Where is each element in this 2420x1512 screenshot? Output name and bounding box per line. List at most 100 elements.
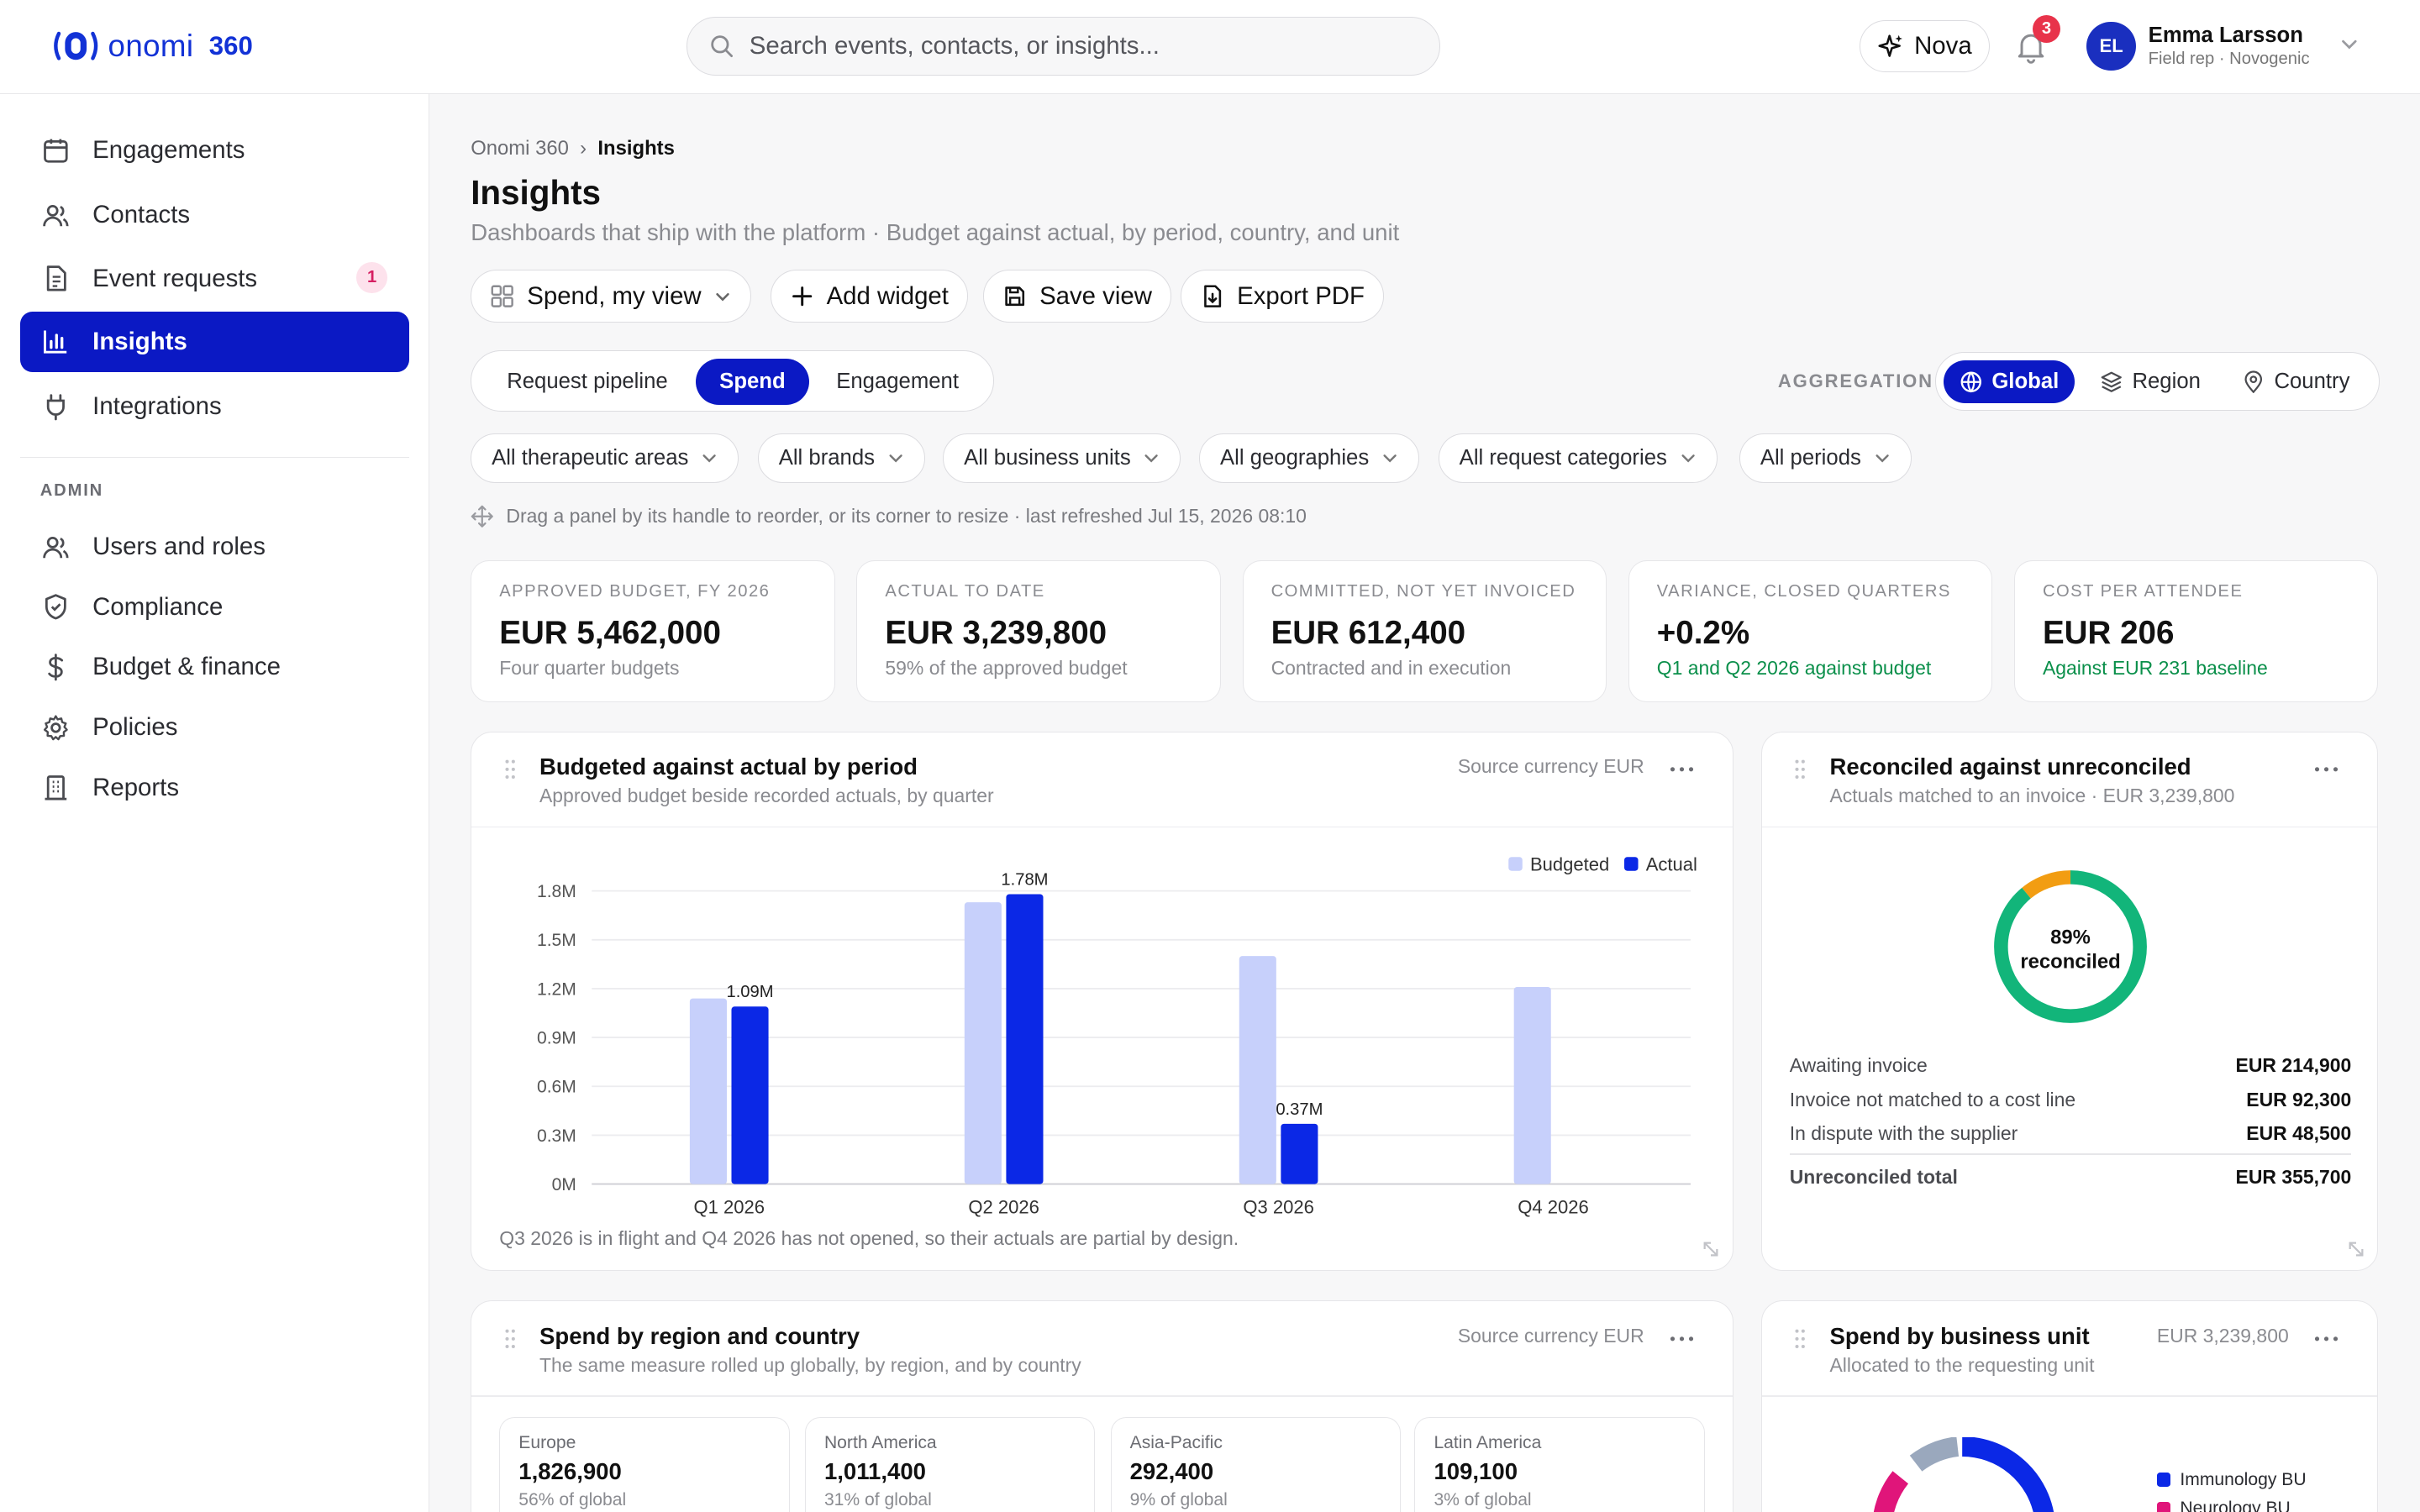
filter-business-units[interactable]: All business units — [943, 433, 1181, 483]
filter-label: All geographies — [1219, 445, 1370, 470]
region-share: 56% of global — [518, 1490, 627, 1510]
region-card-europe[interactable]: Europe 1,826,900 56% of global — [499, 1417, 790, 1512]
resize-icon[interactable] — [1702, 1240, 1720, 1258]
recon-row-label: Invoice not matched to a cost line — [1789, 1088, 2076, 1110]
kpi-actual-to-date: ACTUAL TO DATE EUR 3,239,800 59% of the … — [856, 559, 1221, 702]
drag-handle-icon[interactable] — [502, 1328, 518, 1350]
more-icon[interactable] — [2312, 759, 2340, 780]
grid-icon — [491, 285, 514, 307]
panel-divider — [471, 1395, 1733, 1398]
filter-request-categories[interactable]: All request categories — [1438, 433, 1718, 483]
donut-slice-neurology — [1874, 1471, 1909, 1512]
export-pdf-button[interactable]: Export PDF — [1181, 270, 1384, 323]
dashboard-tabs: Request pipeline Spend Engagement — [471, 349, 994, 412]
more-icon[interactable] — [1668, 759, 1696, 780]
drag-handle-icon[interactable] — [1792, 1328, 1807, 1350]
sidebar-item-label: Engagements — [92, 136, 245, 165]
search-input[interactable] — [749, 32, 1398, 61]
logo[interactable]: onomi 360 — [50, 24, 253, 67]
tab-request-pipeline[interactable]: Request pipeline — [484, 359, 691, 405]
panel-meta: Source currency EUR — [1457, 755, 1644, 778]
page-title: Insights — [471, 172, 602, 212]
donut-slice-other — [1910, 1436, 1960, 1472]
add-widget-button[interactable]: Add widget — [770, 270, 968, 323]
chart-footnote: Q3 2026 is in flight and Q4 2026 has not… — [499, 1227, 1239, 1250]
layers-icon — [2101, 371, 2122, 392]
more-icon[interactable] — [1668, 1328, 1696, 1350]
sidebar-item-contacts[interactable]: Contacts — [20, 185, 409, 245]
sidebar-item-insights[interactable]: Insights — [19, 312, 409, 372]
save-view-button[interactable]: Save view — [982, 270, 1171, 323]
panel-divider — [471, 826, 1733, 828]
logo-mark-icon — [53, 32, 98, 60]
drag-handle-icon[interactable] — [1792, 759, 1807, 780]
region-value: 1,826,900 — [518, 1457, 622, 1484]
sidebar-item-label: Insights — [92, 327, 187, 355]
filter-therapeutic-areas[interactable]: All therapeutic areas — [471, 433, 739, 483]
view-selector-button[interactable]: Spend, my view — [471, 270, 752, 323]
sidebar-item-event-requests[interactable]: Event requests 1 — [20, 249, 409, 309]
kpi-label: ACTUAL TO DATE — [885, 582, 1045, 601]
aggregation-region[interactable]: Region — [2085, 360, 2217, 403]
sidebar-item-engagements[interactable]: Engagements — [20, 120, 409, 181]
panel-subtitle: The same measure rolled up globally, by … — [539, 1353, 1081, 1376]
sidebar-item-label: Users and roles — [92, 533, 266, 561]
brand-name: onomi — [108, 29, 194, 64]
aggregation-country[interactable]: Country — [2227, 360, 2365, 403]
admin-heading: ADMIN — [39, 481, 104, 501]
avatar[interactable]: EL — [2086, 21, 2136, 71]
region-card-asia-pacific[interactable]: Asia-Pacific 292,400 9% of global — [1110, 1417, 1401, 1512]
sidebar-item-reports[interactable]: Reports — [20, 758, 409, 818]
users-icon — [42, 536, 69, 559]
kpi-cost-per-attendee: COST PER ATTENDEE EUR 206 Against EUR 23… — [2013, 559, 2379, 702]
donut-center-pct: 89% — [2050, 926, 2091, 948]
region-card-latin-america[interactable]: Latin America 109,100 3% of global — [1414, 1417, 1705, 1512]
chevron-down-icon — [1876, 454, 1889, 463]
sidebar-item-policies[interactable]: Policies — [20, 697, 409, 758]
panel-subtitle: Allocated to the requesting unit — [1829, 1353, 2095, 1376]
filter-geographies[interactable]: All geographies — [1199, 433, 1419, 483]
file-download-icon — [1204, 285, 1222, 307]
shield-icon — [45, 594, 66, 620]
more-icon[interactable] — [2312, 1328, 2340, 1350]
drag-hint-text: Drag a panel by its handle to reorder, o… — [506, 504, 1307, 527]
chevron-down-icon[interactable] — [2338, 34, 2360, 55]
tab-engagement[interactable]: Engagement — [814, 359, 981, 405]
sidebar-item-integrations[interactable]: Integrations — [20, 376, 409, 437]
aggregation-global[interactable]: Global — [1944, 360, 2075, 404]
y-tick-label: 1.2M — [537, 979, 576, 999]
sidebar-item-users-and-roles[interactable]: Users and roles — [20, 517, 409, 577]
sidebar-item-budget-finance[interactable]: Budget & finance — [20, 638, 409, 698]
reconciled-panel: Reconciled against unreconciled Actuals … — [1760, 731, 2379, 1272]
kpi-label: COMMITTED, NOT YET INVOICED — [1270, 582, 1576, 601]
kpi-label: VARIANCE, CLOSED QUARTERS — [1656, 582, 1951, 601]
nova-assistant-button[interactable]: Nova — [1860, 19, 1990, 73]
filter-label: All brands — [778, 445, 875, 470]
user-name[interactable]: Emma Larsson — [2149, 24, 2303, 48]
sidebar-item-label: Policies — [92, 712, 178, 741]
y-tick-label: 0.3M — [537, 1126, 576, 1146]
breadcrumb-root[interactable]: Onomi 360 — [471, 137, 569, 160]
tab-spend[interactable]: Spend — [695, 359, 810, 406]
legend-item: Neurology BU — [2156, 1499, 2291, 1512]
export-pdf-label: Export PDF — [1237, 281, 1365, 310]
filter-brands[interactable]: All brands — [757, 433, 925, 483]
drag-handle-icon[interactable] — [502, 759, 518, 780]
recon-row-value: EUR 48,500 — [2246, 1122, 2352, 1145]
bar-budgeted — [1513, 987, 1551, 1184]
x-tick-label: Q3 2026 — [1244, 1197, 1315, 1218]
panel-divider — [1761, 1395, 2378, 1398]
kpi-note: 59% of the approved budget — [885, 656, 1128, 679]
resize-icon[interactable] — [2347, 1240, 2365, 1258]
spend-by-business-unit-panel: Spend by business unit Allocated to the … — [1760, 1300, 2379, 1512]
recon-total-value: EUR 355,700 — [2235, 1165, 2352, 1188]
region-value: 292,400 — [1129, 1457, 1214, 1484]
panel-divider — [1761, 826, 2378, 828]
sidebar-item-compliance[interactable]: Compliance — [20, 577, 409, 638]
region-card-north-america[interactable]: North America 1,011,400 31% of global — [804, 1417, 1096, 1512]
plug-icon — [46, 393, 65, 421]
search-bar[interactable] — [687, 17, 1440, 76]
legend-label-actual: Actual — [1646, 854, 1697, 875]
aggregation-region-label: Region — [2132, 370, 2201, 394]
filter-periods[interactable]: All periods — [1739, 433, 1912, 483]
